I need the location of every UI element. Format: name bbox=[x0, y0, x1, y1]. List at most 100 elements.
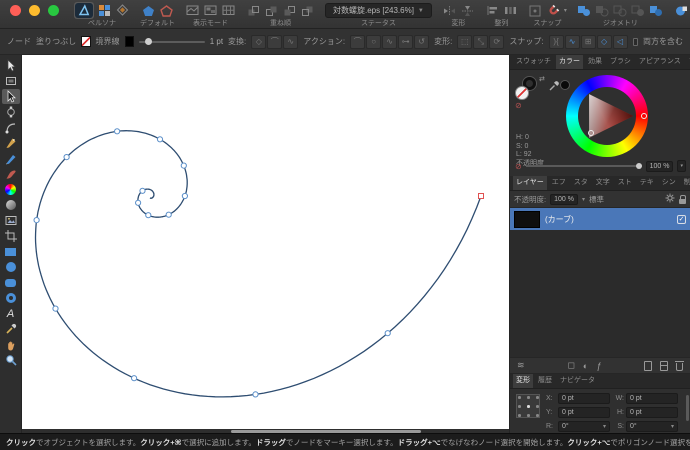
pen-tool[interactable] bbox=[2, 136, 20, 151]
layers-list-empty-area[interactable] bbox=[510, 230, 690, 357]
action-reverse-curves-icon[interactable]: ↺ bbox=[414, 34, 430, 49]
curve-node[interactable] bbox=[135, 199, 142, 206]
vector-crop-tool[interactable] bbox=[2, 229, 20, 244]
geometry-subtract-icon[interactable] bbox=[595, 3, 610, 18]
curve-node[interactable] bbox=[52, 305, 59, 312]
swap-colors-icon[interactable]: ⇄ bbox=[539, 75, 545, 83]
place-image-tool[interactable] bbox=[2, 213, 20, 228]
w-field[interactable]: 0 pt bbox=[626, 392, 678, 404]
adjustment-layer-icon[interactable]: ◐ bbox=[583, 361, 588, 371]
move-to-back-icon[interactable] bbox=[300, 3, 315, 18]
logarithmic-spiral-path[interactable] bbox=[34, 130, 482, 398]
tab-styles[interactable]: スタ bbox=[571, 176, 591, 190]
picked-color-swatch[interactable] bbox=[560, 80, 570, 90]
move-forward-icon[interactable] bbox=[264, 3, 279, 18]
opacity-value[interactable]: 100 % bbox=[645, 160, 674, 172]
no-fill-icon[interactable]: ⊘ bbox=[515, 102, 522, 110]
shear-field[interactable]: 0° ▾ bbox=[626, 420, 678, 432]
tab-swatches[interactable]: スウォッチ bbox=[513, 55, 554, 69]
vector-brush-tool[interactable] bbox=[2, 167, 20, 182]
tab-effects-panel[interactable]: エフ bbox=[549, 176, 569, 190]
anchor-point-selector[interactable] bbox=[516, 394, 540, 418]
transparency-tool[interactable] bbox=[2, 198, 20, 213]
distribute-icon[interactable] bbox=[503, 3, 518, 18]
curve-node[interactable] bbox=[156, 136, 164, 143]
fill-swatch[interactable] bbox=[81, 36, 91, 47]
curve-node[interactable] bbox=[33, 217, 40, 224]
opacity-none-icon[interactable]: ⊘ bbox=[515, 162, 522, 171]
maximize-button[interactable] bbox=[48, 4, 59, 16]
tab-character[interactable]: 文字 bbox=[593, 176, 613, 190]
vector-view-icon[interactable] bbox=[185, 3, 200, 18]
x-field[interactable]: 0 pt bbox=[558, 392, 610, 404]
curve-node[interactable] bbox=[181, 192, 188, 200]
tab-brushes[interactable]: ブラシ bbox=[607, 55, 634, 69]
artboard-tool[interactable] bbox=[2, 74, 20, 89]
pixel-persona-button[interactable] bbox=[97, 3, 112, 18]
horizontal-scrollbar[interactable] bbox=[22, 429, 509, 433]
convert-smart-icon[interactable]: ∿ bbox=[283, 34, 299, 49]
document-canvas[interactable] bbox=[22, 55, 509, 433]
move-to-front-icon[interactable] bbox=[246, 3, 261, 18]
geometry-combine-icon[interactable] bbox=[649, 3, 664, 18]
action-join-curves-icon[interactable]: ⊶ bbox=[398, 34, 414, 49]
color-picker-tool[interactable] bbox=[2, 322, 20, 337]
geometry-intersect-icon[interactable] bbox=[613, 3, 628, 18]
tab-text-styles[interactable]: テキ bbox=[637, 176, 657, 190]
curve-node[interactable] bbox=[63, 154, 70, 161]
convert-sharp-icon[interactable]: ◇ bbox=[251, 34, 267, 49]
curve-node[interactable] bbox=[252, 391, 259, 398]
transform-scale-icon[interactable]: ⤡ bbox=[473, 34, 489, 49]
tab-history[interactable]: 履歴 bbox=[535, 374, 555, 388]
layer-effects-icon[interactable]: ƒ bbox=[596, 361, 601, 371]
document-title[interactable]: 対数螺旋.eps [243.6%] ▼ bbox=[325, 3, 432, 18]
tab-layers[interactable]: レイヤー bbox=[513, 176, 547, 190]
tab-constraints[interactable]: 制約 bbox=[681, 176, 690, 190]
tab-effects[interactable]: 効果 bbox=[585, 55, 605, 69]
snapping-magnet-icon[interactable] bbox=[546, 3, 561, 18]
curve-node[interactable] bbox=[165, 211, 172, 218]
export-persona-button[interactable] bbox=[115, 3, 130, 18]
spiral-curve-artwork[interactable] bbox=[22, 55, 509, 429]
trash-icon[interactable] bbox=[675, 360, 685, 371]
geometry-divide-icon[interactable] bbox=[631, 3, 646, 18]
pixel-view-icon[interactable] bbox=[203, 3, 218, 18]
eyedropper-icon[interactable] bbox=[548, 79, 560, 97]
curve-node[interactable] bbox=[114, 128, 121, 135]
flip-vertical-icon[interactable] bbox=[460, 3, 475, 18]
blend-mode-value[interactable]: 標準 bbox=[589, 194, 604, 205]
stroke-width-value[interactable]: 1 pt bbox=[210, 37, 223, 46]
designer-persona-button[interactable] bbox=[74, 2, 94, 19]
layers-opacity-caret-icon[interactable]: ▾ bbox=[582, 196, 585, 203]
gear-icon[interactable] bbox=[665, 193, 675, 205]
rounded-rectangle-tool[interactable] bbox=[2, 275, 20, 290]
move-tool[interactable] bbox=[2, 58, 20, 73]
curve-node[interactable] bbox=[145, 212, 152, 219]
layers-opacity-value[interactable]: 100 % bbox=[550, 193, 578, 205]
layer-visibility-checkbox[interactable]: ✓ bbox=[677, 214, 686, 224]
default-fill-icon[interactable] bbox=[141, 3, 156, 18]
layer-name[interactable]: (カーブ) bbox=[545, 214, 672, 225]
pencil-tool[interactable] bbox=[2, 151, 20, 166]
tab-assets[interactable]: アセット bbox=[686, 55, 690, 69]
action-close-curve-icon[interactable]: ○ bbox=[366, 34, 382, 49]
zoom-tool[interactable] bbox=[2, 353, 20, 368]
transform-rotate-icon[interactable]: ⟳ bbox=[489, 34, 505, 49]
snap-grid-icon[interactable]: ⊞ bbox=[580, 34, 596, 49]
corner-tool[interactable] bbox=[2, 120, 20, 135]
h-field[interactable]: 0 pt bbox=[626, 406, 678, 418]
curve-node[interactable] bbox=[131, 375, 138, 382]
y-field[interactable]: 0 pt bbox=[558, 406, 610, 418]
ellipse-tool[interactable] bbox=[2, 260, 20, 275]
rectangle-tool[interactable] bbox=[2, 244, 20, 259]
move-backward-icon[interactable] bbox=[282, 3, 297, 18]
sl-marker[interactable] bbox=[588, 130, 594, 136]
scrollbar-thumb[interactable] bbox=[231, 429, 422, 433]
layer-row[interactable]: (カーブ) ✓ bbox=[510, 208, 690, 230]
flip-horizontal-icon[interactable] bbox=[442, 3, 457, 18]
curve-node[interactable] bbox=[384, 330, 391, 337]
view-tool[interactable] bbox=[2, 337, 20, 352]
fill-none-swatch[interactable] bbox=[515, 86, 529, 100]
tab-appearance[interactable]: アピアランス bbox=[636, 55, 684, 69]
tab-color[interactable]: カラー bbox=[556, 55, 583, 69]
